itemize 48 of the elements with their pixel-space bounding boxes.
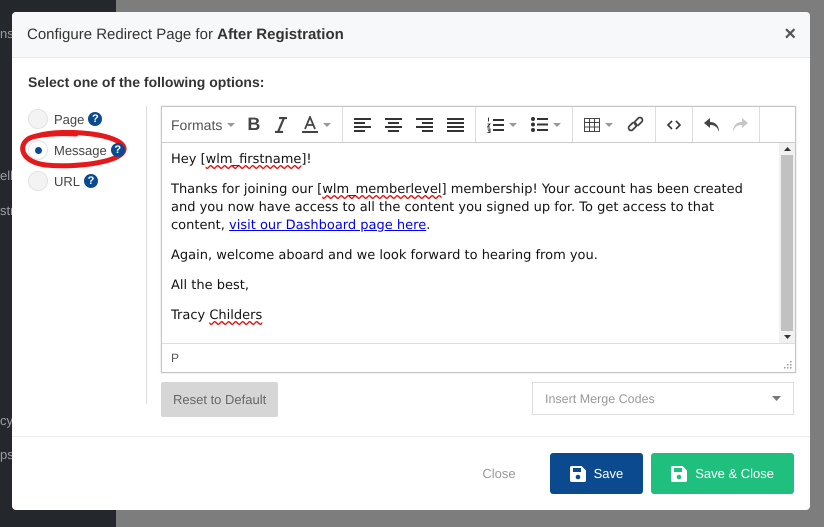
help-icon[interactable]: ?	[84, 174, 98, 188]
align-left-icon	[354, 118, 372, 132]
caret-icon	[605, 122, 614, 126]
caret-icon	[509, 122, 518, 126]
radio-button[interactable]	[28, 171, 48, 191]
option-label[interactable]: URL	[54, 174, 80, 188]
scroll-up-icon[interactable]	[784, 147, 790, 151]
italic-icon	[274, 116, 288, 132]
bullet-list-icon	[531, 117, 548, 132]
paragraph: Hey [wlm_firstname]!	[171, 151, 313, 169]
help-icon[interactable]: ?	[110, 143, 125, 157]
caret-icon	[772, 396, 781, 401]
sidebar-item[interactable]: ell	[0, 168, 12, 184]
numbered-list-icon	[487, 116, 504, 132]
redo-icon	[733, 118, 748, 132]
resize-handle-icon[interactable]	[784, 361, 792, 369]
close-button[interactable]: ×	[784, 23, 796, 46]
align-right-icon	[416, 118, 434, 132]
dashboard-link[interactable]: visit our Dashboard page here	[229, 218, 426, 233]
paragraph: Tracy Childers	[171, 307, 264, 325]
element-path: P	[171, 351, 180, 365]
dialog-title: Configure Redirect Page for After Registration	[27, 26, 344, 43]
align-center-icon	[385, 118, 402, 132]
radio-button[interactable]	[28, 109, 48, 129]
options-heading: Select one of the following options:	[28, 74, 266, 90]
paragraph: Again, welcome aboard and we look forward to hearing from you.	[171, 247, 599, 265]
bold-button[interactable]: B	[242, 110, 266, 138]
undo-icon	[704, 118, 720, 132]
save-button[interactable]: Save	[550, 453, 644, 494]
scrollbar[interactable]	[779, 143, 795, 343]
table-icon	[584, 118, 600, 132]
caret-icon	[323, 122, 332, 126]
caret-icon	[553, 122, 562, 126]
justify-icon	[447, 118, 464, 132]
scroll-down-icon[interactable]	[784, 335, 790, 339]
help-icon[interactable]: ?	[88, 112, 102, 126]
link-icon	[627, 116, 644, 133]
radio-button[interactable]	[28, 140, 48, 160]
formats-dropdown[interactable]: Formats	[168, 110, 238, 138]
scrollbar-thumb[interactable]	[781, 155, 793, 331]
sidebar-item[interactable]: cy	[0, 413, 12, 429]
paragraph: Thanks for joining our [wlm_memberlevel] membership! Your account has been created and you now have access to all the content you signed up for. To get access to that content, visit our Dashboard page here.	[171, 181, 744, 235]
text-color-icon	[302, 116, 318, 133]
code-icon	[667, 120, 682, 130]
caret-icon	[227, 122, 236, 126]
option-label[interactable]: Message	[54, 142, 107, 158]
paragraph: All the best,	[171, 277, 250, 295]
option-label[interactable]: Page	[54, 112, 84, 126]
